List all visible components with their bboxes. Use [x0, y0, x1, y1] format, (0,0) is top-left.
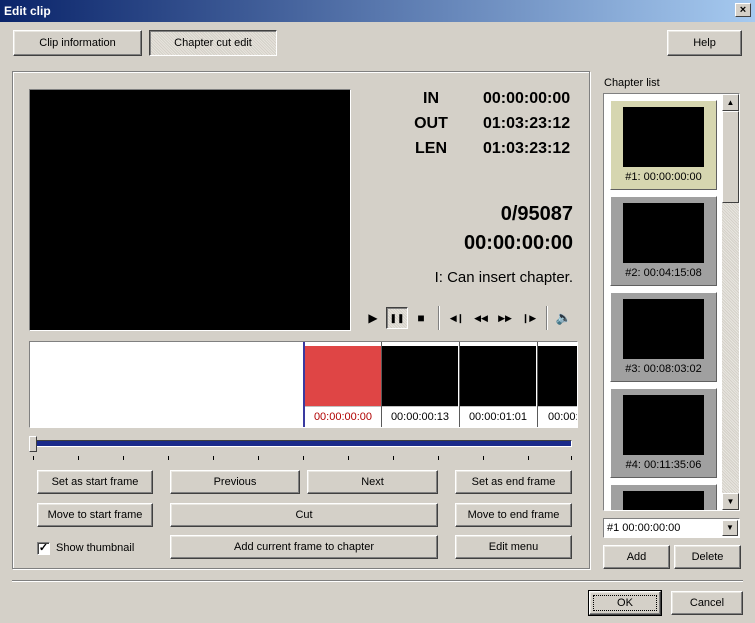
slider-tick — [438, 456, 439, 460]
cancel-button[interactable]: Cancel — [671, 591, 743, 615]
frame-timecode: 00:00:01:01 — [460, 406, 536, 427]
next-button[interactable]: Next — [307, 470, 438, 494]
chevron-down-icon[interactable]: ▼ — [722, 520, 738, 536]
frame-thumbnail — [305, 346, 381, 406]
frame-thumbnail — [538, 346, 577, 406]
show-thumbnail-checkbox[interactable]: ✓ — [37, 542, 50, 555]
rewind-icon[interactable]: ◀◀ — [470, 307, 492, 329]
chapter-list-scrollbar[interactable]: ▲ ▼ — [722, 94, 739, 510]
in-label: IN — [423, 90, 439, 107]
out-label: OUT — [414, 115, 448, 132]
volume-icon[interactable]: 🔈 — [553, 307, 575, 329]
move-to-end-frame-button[interactable]: Move to end frame — [455, 503, 572, 527]
filmstrip-frame[interactable]: 00:00:01:01 — [459, 342, 536, 427]
chapter-thumbnail — [623, 203, 704, 263]
frame-counter: 0/95087 — [500, 203, 573, 225]
transport-separator — [438, 306, 440, 330]
fast-forward-icon[interactable]: ▶▶ — [494, 307, 516, 329]
scroll-down-icon[interactable]: ▼ — [722, 493, 739, 510]
filmstrip-frame[interactable]: 00:00: — [537, 342, 577, 427]
slider-tick — [78, 456, 79, 460]
chapter-thumbnail — [623, 299, 704, 359]
previous-button[interactable]: Previous — [170, 470, 300, 494]
slider-tick — [393, 456, 394, 460]
slider-tick — [213, 456, 214, 460]
title-bar: Edit clip × — [0, 0, 755, 22]
cut-button[interactable]: Cut — [170, 503, 438, 527]
chapter-item[interactable] — [610, 484, 717, 510]
delete-chapter-button[interactable]: Delete — [674, 545, 741, 569]
step-back-icon[interactable]: ◀❙ — [446, 307, 468, 329]
filmstrip-frame[interactable]: 00:00:00:13 — [381, 342, 458, 427]
pause-icon[interactable]: ❚❚ — [386, 307, 408, 329]
filmstrip-frame[interactable]: 00:00:00:00 — [304, 342, 381, 427]
edit-menu-button[interactable]: Edit menu — [455, 535, 572, 559]
slider-tick — [348, 456, 349, 460]
tab-clip-information[interactable]: Clip information — [13, 30, 142, 56]
frame-timecode: 00:00:00:00 — [305, 406, 381, 427]
frame-timecode: 00:00: — [538, 406, 577, 427]
slider-tick — [528, 456, 529, 460]
chapter-item[interactable]: #4: 00:11:35:06 — [610, 388, 717, 478]
move-to-start-frame-button[interactable]: Move to start frame — [37, 503, 153, 527]
chapter-label: #1: 00:00:00:00 — [625, 171, 702, 183]
chapter-item[interactable]: #3: 00:08:03:02 — [610, 292, 717, 382]
add-current-frame-to-chapter-button[interactable]: Add current frame to chapter — [170, 535, 438, 559]
close-button[interactable]: × — [735, 3, 751, 17]
scroll-up-icon[interactable]: ▲ — [722, 94, 739, 111]
stop-icon[interactable]: ■ — [411, 307, 431, 329]
chapter-thumbnail — [623, 107, 704, 167]
chapter-thumbnail — [623, 491, 704, 510]
status-message: I: Can insert chapter. — [434, 269, 573, 286]
filmstrip[interactable]: 00:00:00:00 00:00:00:13 00:00:01:01 00:0… — [29, 341, 578, 428]
step-forward-icon[interactable]: ❙▶ — [518, 307, 540, 329]
help-button[interactable]: Help — [667, 30, 742, 56]
len-label: LEN — [415, 140, 447, 157]
chapter-select[interactable]: #1 00:00:00:00 ▼ — [603, 518, 740, 538]
set-start-frame-button[interactable]: Set as start frame — [37, 470, 153, 494]
set-end-frame-button[interactable]: Set as end frame — [455, 470, 572, 494]
frame-thumbnail — [382, 346, 458, 406]
in-timecode: 00:00:00:00 — [483, 90, 571, 107]
timeline-slider[interactable] — [33, 440, 572, 447]
slider-tick — [33, 456, 34, 460]
chapter-select-value: #1 00:00:00:00 — [607, 522, 681, 534]
chapter-label: #2: 00:04:15:08 — [625, 267, 702, 279]
slider-tick — [258, 456, 259, 460]
dialog-divider — [12, 580, 743, 582]
frame-timecode: 00:00:00:13 — [382, 406, 458, 427]
slider-tick — [571, 456, 572, 460]
chapter-list[interactable]: #1: 00:00:00:00 #2: 00:04:15:08 #3: 00:0… — [603, 93, 740, 511]
window-title: Edit clip — [4, 4, 51, 18]
current-timecode: 00:00:00:00 — [464, 232, 573, 254]
timeline-slider-thumb[interactable] — [29, 436, 37, 452]
chapter-item[interactable]: #1: 00:00:00:00 — [610, 100, 717, 190]
slider-tick — [303, 456, 304, 460]
tab-chapter-cut-edit[interactable]: Chapter cut edit — [149, 30, 277, 56]
slider-tick — [168, 456, 169, 460]
ok-button[interactable]: OK — [588, 590, 662, 616]
chapter-label: #4: 00:11:35:06 — [625, 459, 702, 471]
play-icon[interactable]: ▶ — [363, 307, 383, 329]
video-preview — [29, 89, 351, 331]
frame-thumbnail — [460, 346, 536, 406]
transport-separator — [546, 306, 548, 330]
chapter-label: #3: 00:08:03:02 — [625, 363, 702, 375]
slider-tick — [123, 456, 124, 460]
scrollbar-thumb[interactable] — [722, 111, 739, 203]
chapter-list-title: Chapter list — [604, 77, 660, 89]
chapter-item[interactable]: #2: 00:04:15:08 — [610, 196, 717, 286]
chapter-thumbnail — [623, 395, 704, 455]
playhead-cursor — [303, 342, 305, 427]
slider-tick — [483, 456, 484, 460]
len-timecode: 01:03:23:12 — [483, 140, 571, 157]
out-timecode: 01:03:23:12 — [483, 115, 571, 132]
add-chapter-button[interactable]: Add — [603, 545, 670, 569]
show-thumbnail-label: Show thumbnail — [56, 542, 135, 554]
